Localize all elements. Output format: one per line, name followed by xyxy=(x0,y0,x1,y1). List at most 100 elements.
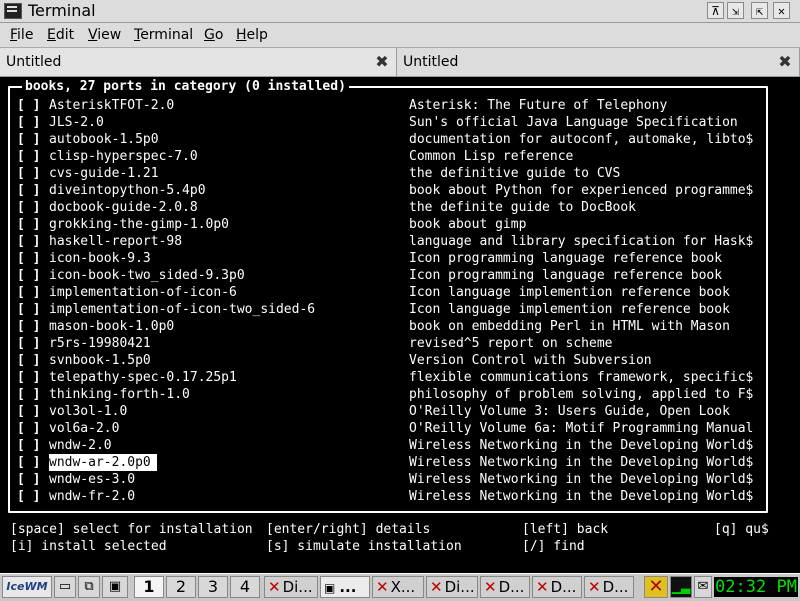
tab-untitled-1[interactable]: Untitled ✖ xyxy=(0,48,397,76)
menu-edit[interactable]: Edit xyxy=(47,26,74,44)
checkbox[interactable]: [ ] xyxy=(17,318,40,335)
checkbox[interactable]: [ ] xyxy=(17,420,40,437)
port-name: wndw-ar-2.0p0 xyxy=(49,454,157,471)
task-button[interactable]: ✕ D... xyxy=(532,576,582,598)
task-label: X... xyxy=(390,578,416,596)
close-icon[interactable]: ✖ xyxy=(777,54,793,70)
minimize-icon[interactable]: ⊼ xyxy=(707,2,724,19)
port-name: thinking-forth-1.0 xyxy=(49,387,190,402)
port-description: Sun's official Java Language Specificati… xyxy=(409,115,738,130)
checkbox[interactable]: [ ] xyxy=(17,488,40,505)
help-simulate: [s] simulate installation xyxy=(266,539,462,554)
checkbox[interactable]: [ ] xyxy=(17,182,40,199)
workspace-4[interactable]: 4 xyxy=(230,576,260,598)
x-app-icon: ✕ xyxy=(430,578,443,596)
menu-terminal[interactable]: Terminal xyxy=(134,26,193,44)
help-space: [space] select for installation xyxy=(10,522,253,537)
task-button[interactable]: ✕ Di... xyxy=(426,576,478,598)
port-description: Icon language implemention reference boo… xyxy=(409,285,730,300)
port-name: cvs-guide-1.21 xyxy=(49,166,159,181)
port-name: vol3ol-1.0 xyxy=(49,404,128,419)
checkbox[interactable]: [ ] xyxy=(17,97,40,114)
computer-icon[interactable]: ▣ xyxy=(102,576,128,598)
port-description: Wireless Networking in the Developing Wo… xyxy=(409,472,754,487)
menu-go[interactable]: Go xyxy=(204,26,223,44)
port-name: diveintopython-5.4p0 xyxy=(49,183,206,198)
checkbox[interactable]: [ ] xyxy=(17,199,40,216)
terminal-area[interactable]: books, 27 ports in category (0 installed… xyxy=(0,77,800,573)
maximize-icon[interactable]: ⇱ xyxy=(751,2,768,19)
workspace-1[interactable]: 1 xyxy=(134,576,164,598)
mail-icon[interactable]: ✉ xyxy=(694,576,712,598)
port-name: AsteriskTFOT-2.0 xyxy=(49,98,175,113)
task-button-active[interactable]: ▣... xyxy=(320,576,370,598)
menu-help-accel: H xyxy=(236,27,247,43)
port-name: clisp-hyperspec-7.0 xyxy=(49,149,198,164)
tab-untitled-2[interactable]: Untitled ✖ xyxy=(397,48,800,76)
show-desktop-icon[interactable]: ⧉ xyxy=(78,576,100,598)
x-app-icon: ✕ xyxy=(536,578,549,596)
restore-icon[interactable]: ⇲ xyxy=(727,2,744,19)
port-description: Wireless Networking in the Developing Wo… xyxy=(409,489,754,504)
workspace-2[interactable]: 2 xyxy=(166,576,196,598)
port-description: revised^5 report on scheme xyxy=(409,336,613,351)
checkbox[interactable]: [ ] xyxy=(17,437,40,454)
task-label: ... xyxy=(339,578,357,596)
checkbox[interactable]: [ ] xyxy=(17,284,40,301)
checkbox[interactable]: [ ] xyxy=(17,352,40,369)
checkbox[interactable]: [ ] xyxy=(17,369,40,386)
task-button[interactable]: ✕ X... xyxy=(372,576,424,598)
menu-view-label: iew xyxy=(97,27,122,43)
checkbox[interactable]: [ ] xyxy=(17,386,40,403)
checkbox[interactable]: [ ] xyxy=(17,250,40,267)
menu-bar: File Edit View Terminal Go Help xyxy=(0,23,800,48)
help-install: [i] install selected xyxy=(10,539,167,554)
window-list-icon[interactable]: ▭ xyxy=(54,576,76,598)
taskbar: IceWM ▭ ⧉ ▣ 1 2 3 4 ✕ Di... ▣... ✕ X... ✕ D… xyxy=(0,573,800,601)
port-name: implementation-of-icon-two_sided-6 xyxy=(49,302,316,317)
checkbox[interactable]: [ ] xyxy=(17,165,40,182)
checkbox[interactable]: [ ] xyxy=(17,114,40,131)
port-description: Common Lisp reference xyxy=(409,149,574,164)
checkbox[interactable]: [ ] xyxy=(17,131,40,148)
task-button[interactable]: ✕ D... xyxy=(584,576,634,598)
checkbox[interactable]: [ ] xyxy=(17,471,40,488)
x-logo-icon[interactable]: ✕ xyxy=(644,576,668,598)
menu-help[interactable]: Help xyxy=(236,26,268,44)
x-app-icon: ✕ xyxy=(376,578,389,596)
terminal-icon[interactable] xyxy=(4,3,22,19)
port-name: JLS-2.0 xyxy=(49,115,104,130)
tab-label: Untitled xyxy=(6,54,62,70)
checkbox[interactable]: [ ] xyxy=(17,233,40,250)
port-description: book on embedding Perl in HTML with Maso… xyxy=(409,319,730,334)
checkbox[interactable]: [ ] xyxy=(17,403,40,420)
start-button[interactable]: IceWM xyxy=(2,576,52,598)
help-quit: [q] qu$ xyxy=(714,522,769,537)
checkbox[interactable]: [ ] xyxy=(17,301,40,318)
menu-file[interactable]: File xyxy=(10,26,33,44)
checkbox[interactable]: [ ] xyxy=(17,216,40,233)
task-label: D... xyxy=(498,578,525,596)
close-icon[interactable]: ✕ xyxy=(773,2,790,19)
port-name: mason-book-1.0p0 xyxy=(49,319,175,334)
port-description: language and library specification for H… xyxy=(409,234,754,249)
port-description: Wireless Networking in the Developing Wo… xyxy=(409,438,754,453)
port-name: autobook-1.5p0 xyxy=(49,132,159,147)
port-description: Asterisk: The Future of Telephony xyxy=(409,98,668,113)
close-icon[interactable]: ✖ xyxy=(374,54,390,70)
task-label: Di... xyxy=(282,578,313,596)
menu-edit-accel: E xyxy=(47,27,56,43)
checkbox[interactable]: [ ] xyxy=(17,148,40,165)
workspace-3[interactable]: 3 xyxy=(198,576,228,598)
checkbox[interactable]: [ ] xyxy=(17,335,40,352)
task-button[interactable]: ✕ Di... xyxy=(264,576,318,598)
tab-label: Untitled xyxy=(403,54,459,70)
menu-edit-label: dit xyxy=(55,27,75,43)
checkbox[interactable]: [ ] xyxy=(17,267,40,284)
x-app-icon: ✕ xyxy=(484,578,497,596)
port-name: svnbook-1.5p0 xyxy=(49,353,151,368)
port-description: Icon language implemention reference boo… xyxy=(409,302,730,317)
menu-view[interactable]: View xyxy=(88,26,121,44)
task-button[interactable]: ✕ D... xyxy=(480,576,530,598)
checkbox[interactable]: [ ] xyxy=(17,454,40,471)
